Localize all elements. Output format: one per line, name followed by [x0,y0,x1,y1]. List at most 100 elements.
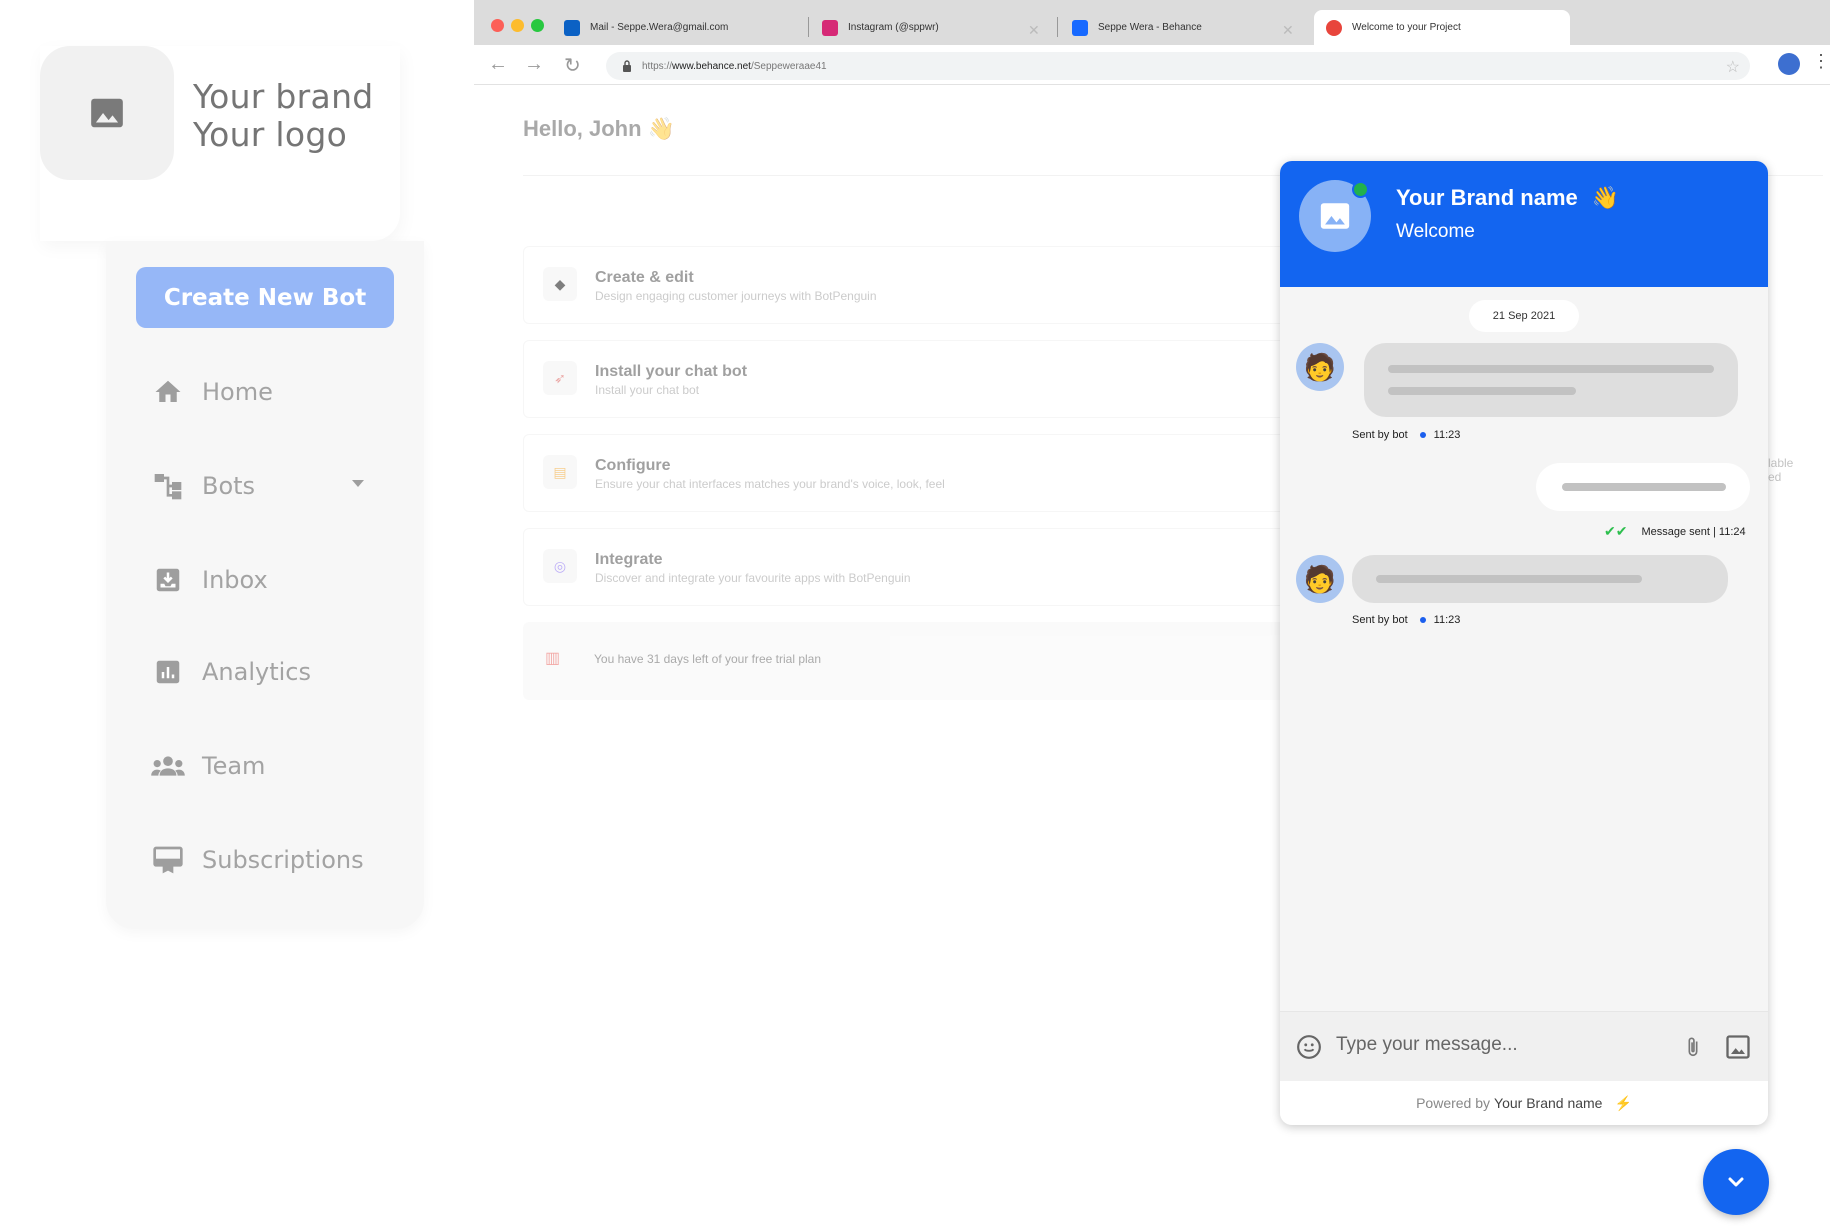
tab-instagram[interactable]: Instagram (@sppwr) [822,10,1022,45]
step-title: Create & edit [595,269,694,286]
image-upload-icon[interactable] [1724,1033,1752,1061]
step-integrate[interactable]: ◎ Integrate Discover and integrate your … [523,528,1323,606]
image-icon [1320,203,1350,229]
inbox-icon [150,562,186,598]
step-install[interactable]: ➶ Install your chat bot Install your cha… [523,340,1323,418]
home-icon [150,374,186,410]
chevron-down-icon[interactable] [352,480,364,487]
compass-icon: ◎ [543,549,577,583]
step-desc: Discover and integrate your favourite ap… [595,571,911,585]
tab-title: Seppe Wera - Behance [1098,22,1202,33]
powered-by-label: Powered by [1416,1095,1491,1111]
sidebar-item-team[interactable]: Team [150,746,265,786]
step-title: Integrate [595,551,663,568]
browser-toolbar: ← → ↻ https://www.behance.net/Seppeweraa… [474,45,1830,85]
close-tab-icon[interactable]: ✕ [1028,22,1040,39]
brand-line-1: Your brand [193,77,374,116]
sidebar-item-label: Home [202,378,273,406]
step-desc: Ensure your chat interfaces matches your… [595,477,945,491]
reload-icon[interactable]: ↻ [564,53,581,78]
trial-banner: ▥ You have 31 days left of your free tri… [523,622,1323,700]
bot-message-bubble [1352,555,1728,603]
back-icon[interactable]: ← [488,53,508,76]
url-path: /Seppeweraae41 [750,60,827,72]
message-meta: Sent by bot 11:23 [1352,614,1460,626]
side-note: lable ed [1768,456,1793,484]
more-menu-icon[interactable]: ⋮ [1812,51,1830,72]
step-title: Configure [595,457,671,474]
outlook-icon [564,19,580,36]
forward-icon[interactable]: → [524,53,544,76]
sidebar-item-bots[interactable]: Bots [150,466,255,506]
step-configure[interactable]: ▤ Configure Ensure your chat interfaces … [523,434,1323,512]
message-time: 11:23 [1433,614,1461,626]
image-icon [91,98,123,128]
message-meta: Sent by bot 11:23 [1352,429,1460,441]
sidebar-item-home[interactable]: Home [150,372,273,412]
rocket-icon: ➶ [543,361,577,395]
configure-icon: ▤ [543,455,577,489]
message-placeholder-line [1388,387,1576,395]
sent-status-text: Message sent | 11:24 [1641,525,1746,538]
sidebar-item-subscriptions[interactable]: Subscriptions [150,840,364,880]
step-desc: Design engaging customer journeys with B… [595,289,877,303]
message-input-row: Type your message... [1280,1011,1768,1081]
team-icon [150,748,186,784]
chat-welcome: Welcome [1396,221,1475,242]
address-bar[interactable]: https://www.behance.net/Seppeweraae41 ☆ [606,52,1750,80]
step-desc: Install your chat bot [595,383,700,397]
lightning-icon: ⚡ [1614,1094,1632,1111]
tab-separator [1057,17,1058,37]
brand-logo-text: Your brand Your logo [193,78,374,154]
paperclip-icon[interactable] [1682,1033,1704,1061]
logo-placeholder [40,46,174,180]
message-placeholder-line [1562,483,1726,491]
close-tab-icon[interactable]: ✕ [1282,22,1294,39]
date-divider: 21 Sep 2021 [1469,300,1579,332]
create-new-bot-button[interactable]: Create New Bot [136,267,394,328]
sidebar-item-inbox[interactable]: Inbox [150,560,268,600]
tab-welcome-project[interactable]: Welcome to your Project [1314,10,1570,45]
url-host: www.behance.net [672,60,751,72]
powered-brand[interactable]: Your Brand name [1494,1095,1602,1111]
wave-emoji: 👋 [1591,185,1620,210]
status-dot [1419,617,1426,623]
close-window-button[interactable] [491,19,504,32]
emoji-icon[interactable] [1296,1034,1322,1060]
sent-by-label: Sent by bot [1352,614,1408,626]
sidebar-item-analytics[interactable]: Analytics [150,652,311,692]
shapes-icon: ◆ [543,267,577,301]
powered-by-footer: Powered by Your Brand name ⚡ [1280,1081,1768,1125]
chat-toggle-button[interactable] [1703,1149,1769,1215]
sidebar-item-label: Inbox [202,566,268,594]
tab-behance[interactable]: Seppe Wera - Behance [1072,10,1272,45]
greeting-text: Hello, John [523,116,642,141]
profile-avatar[interactable] [1778,53,1800,75]
bookmark-star-icon[interactable]: ☆ [1726,57,1740,77]
tab-title: Mail - Seppe.Wera@gmail.com [590,22,729,33]
tab-mail[interactable]: Mail - Seppe.Wera@gmail.com [564,10,794,45]
url-prefix: https:// [642,60,673,72]
greeting: Hello, John 👋 [523,116,675,142]
chat-widget: Your Brand name 👋 Welcome 21 Sep 2021 🧑 … [1280,161,1768,1125]
minimize-window-button[interactable] [511,19,524,32]
sidebar-item-label: Subscriptions [202,846,364,874]
tab-bar: Mail - Seppe.Wera@gmail.com Instagram (@… [474,0,1830,45]
wave-emoji: 👋 [647,116,676,141]
user-message-bubble [1536,463,1750,511]
bots-icon [150,468,186,504]
tab-separator [808,17,809,37]
brand-name-text: Your Brand name [1396,185,1578,210]
behance-icon [1072,19,1088,36]
tab-title: Welcome to your Project [1352,22,1461,33]
online-status-dot [1352,181,1369,198]
chat-header: Your Brand name 👋 Welcome [1280,161,1768,287]
step-create-edit[interactable]: ◆ Create & edit Design engaging customer… [523,246,1323,324]
side-note-line: lable [1768,456,1794,470]
tab-title: Instagram (@sppwr) [848,22,939,33]
sidebar-item-label: Analytics [202,658,311,686]
message-input[interactable]: Type your message... [1336,1034,1518,1056]
maximize-window-button[interactable] [531,19,544,32]
bot-avatar: 🧑 [1296,343,1344,391]
brand-line-2: Your logo [193,115,348,154]
